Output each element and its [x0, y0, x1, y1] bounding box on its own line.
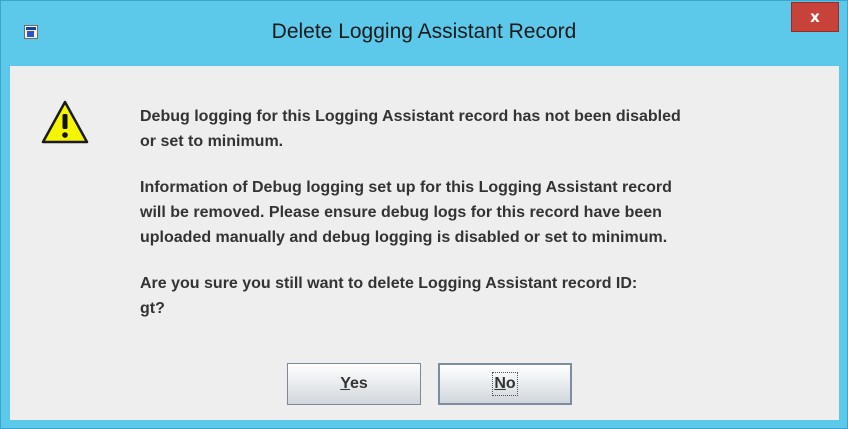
no-button[interactable]: No	[438, 363, 572, 405]
close-icon: x	[810, 8, 820, 26]
dialog-body: Debug logging for this Logging Assistant…	[10, 66, 839, 420]
window-title: Delete Logging Assistant Record	[271, 20, 577, 43]
no-button-mnemonic: N	[494, 375, 506, 392]
no-button-focus-ring: No	[492, 372, 518, 396]
warning-icon	[41, 100, 89, 144]
close-button[interactable]: x	[791, 2, 839, 32]
yes-button-label: es	[350, 375, 368, 392]
message-paragraph-3: Are you sure you still want to delete Lo…	[140, 275, 638, 317]
warning-message: Debug logging for this Logging Assistant…	[140, 104, 820, 342]
yes-button[interactable]: Yes	[287, 363, 421, 405]
dialog-window: Delete Logging Assistant Record x Debug …	[0, 0, 848, 429]
message-paragraph-1: Debug logging for this Logging Assistant…	[140, 108, 681, 150]
title-bar[interactable]: Delete Logging Assistant Record x	[1, 1, 847, 65]
yes-button-mnemonic: Y	[340, 375, 350, 392]
message-paragraph-2: Information of Debug logging set up for …	[140, 179, 672, 246]
no-button-label: o	[505, 375, 516, 392]
